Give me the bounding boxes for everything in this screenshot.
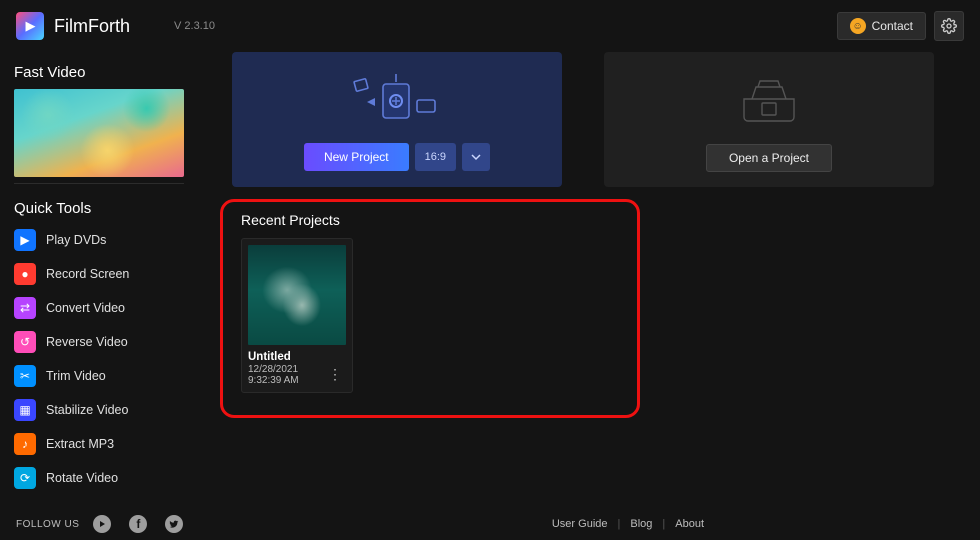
open-project-button[interactable]: Open a Project: [706, 144, 832, 172]
tool-label: Record Screen: [46, 267, 129, 281]
tool-label: Stabilize Video: [46, 403, 128, 417]
footer-link-blog[interactable]: Blog: [630, 518, 652, 530]
fast-video-title: Fast Video: [14, 64, 192, 81]
gear-icon: [941, 18, 957, 34]
contact-button[interactable]: ☺ Contact: [837, 12, 926, 40]
aspect-ratio-pill[interactable]: 16:9: [415, 143, 456, 171]
footer-link-about[interactable]: About: [675, 518, 704, 530]
follow-us-label: Follow Us: [16, 519, 79, 530]
footer-links: User Guide | Blog | About: [552, 518, 704, 530]
sidebar: Fast Video Quick Tools ▶ Play DVDs ● Record…: [14, 48, 200, 508]
tool-item-rotate[interactable]: ⟳ Rotate Video: [14, 463, 192, 493]
footer: Follow Us f User Guide | Blog | About: [0, 508, 980, 540]
tool-item-play[interactable]: ▶ Play DVDs: [14, 225, 192, 255]
content-area: New Project 16:9 Open a Project: [200, 48, 968, 508]
app-title: FilmForth: [54, 16, 130, 37]
aspect-ratio-dropdown[interactable]: [462, 143, 490, 171]
quick-tools-title: Quick Tools: [14, 200, 192, 217]
tool-label: Convert Video: [46, 301, 125, 315]
settings-button[interactable]: [934, 11, 964, 41]
open-project-panel: Open a Project: [604, 52, 934, 187]
tool-item-audio[interactable]: ♪ Extract MP3: [14, 429, 192, 459]
app-version: V 2.3.10: [174, 20, 215, 32]
new-project-art: [337, 69, 457, 135]
record-icon: ●: [14, 263, 36, 285]
chevron-down-icon: [471, 152, 481, 162]
tool-item-convert[interactable]: ⇄ Convert Video: [14, 293, 192, 323]
tool-item-stabilize[interactable]: ▦ Stabilize Video: [14, 395, 192, 425]
twitter-icon[interactable]: [165, 515, 183, 533]
project-card[interactable]: Untitled 12/28/2021 9:32:39 AM ⋮: [241, 238, 353, 393]
project-menu-button[interactable]: ⋮: [324, 366, 346, 383]
project-name: Untitled: [248, 351, 346, 363]
facebook-icon[interactable]: f: [129, 515, 147, 533]
contact-icon: ☺: [850, 18, 866, 34]
project-date: 12/28/2021 9:32:39 AM: [248, 364, 324, 386]
tool-label: Rotate Video: [46, 471, 118, 485]
audio-icon: ♪: [14, 433, 36, 455]
rotate-icon: ⟳: [14, 467, 36, 489]
tool-label: Trim Video: [46, 369, 106, 383]
convert-icon: ⇄: [14, 297, 36, 319]
tool-label: Extract MP3: [46, 437, 114, 451]
trim-icon: ✂: [14, 365, 36, 387]
stabilize-icon: ▦: [14, 399, 36, 421]
open-project-art: [724, 68, 814, 134]
app-header: FilmForth V 2.3.10 ☺ Contact: [0, 0, 980, 48]
new-project-panel: New Project 16:9: [232, 52, 562, 187]
tool-item-record[interactable]: ● Record Screen: [14, 259, 192, 289]
sidebar-divider: [14, 183, 184, 184]
app-logo: [16, 12, 44, 40]
tool-label: Reverse Video: [46, 335, 128, 349]
recent-projects-title: Recent Projects: [241, 212, 619, 228]
project-thumbnail: [248, 245, 346, 345]
reverse-icon: ↺: [14, 331, 36, 353]
tool-item-reverse[interactable]: ↺ Reverse Video: [14, 327, 192, 357]
new-project-button[interactable]: New Project: [304, 143, 409, 171]
fast-video-card[interactable]: [14, 89, 184, 177]
play-icon: ▶: [14, 229, 36, 251]
youtube-icon[interactable]: [93, 515, 111, 533]
recent-projects-highlight: Recent Projects Untitled 12/28/2021 9:32…: [220, 199, 640, 418]
tool-label: Play DVDs: [46, 233, 106, 247]
contact-label: Contact: [872, 19, 913, 33]
footer-link-userguide[interactable]: User Guide: [552, 518, 608, 530]
tool-item-trim[interactable]: ✂ Trim Video: [14, 361, 192, 391]
